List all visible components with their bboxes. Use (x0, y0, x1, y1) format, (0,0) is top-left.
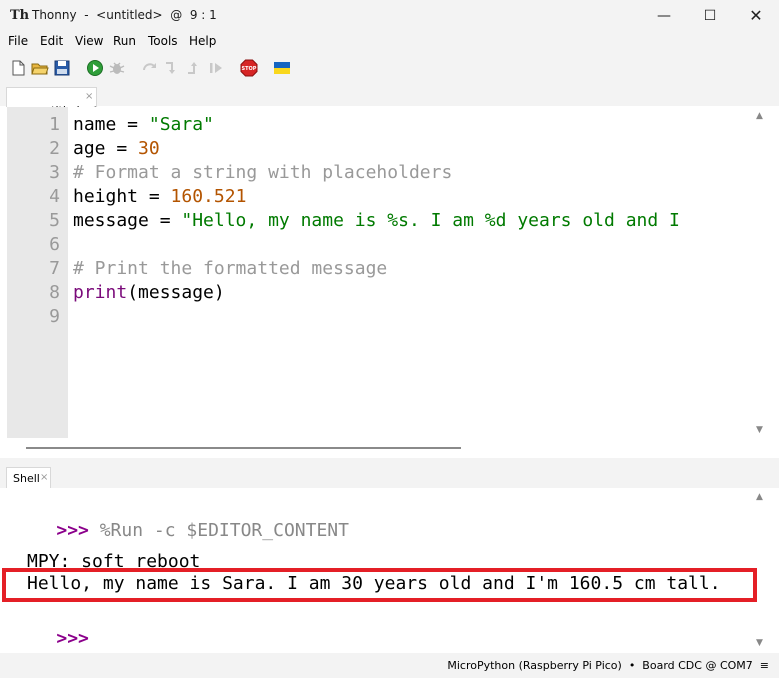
scroll-down-icon[interactable]: ▼ (756, 425, 763, 435)
menu-file[interactable]: File (8, 34, 28, 48)
code-token: age = (73, 138, 139, 159)
menu-help[interactable]: Help (189, 34, 216, 48)
resume-icon[interactable] (207, 59, 225, 77)
scroll-up-icon[interactable]: ▲ (756, 111, 763, 121)
tab-untitled[interactable]: <untitled> * × (6, 87, 98, 117)
shell-tab-bar: Shell × (0, 458, 779, 488)
code-token: "Hello, my name is %s. I am %d years old… (181, 210, 680, 231)
menu-view[interactable]: View (75, 34, 103, 48)
menu-edit[interactable]: Edit (40, 34, 63, 48)
interpreter-status[interactable]: MicroPython (Raspberry Pi Pico) • Board … (447, 659, 769, 672)
code-token: name = (73, 114, 149, 135)
run-icon[interactable] (86, 59, 104, 77)
code-line: message = "Hello, my name is %s. I am %d… (73, 210, 680, 231)
ukraine-flag-icon[interactable] (273, 59, 291, 77)
menu-run[interactable]: Run (113, 34, 136, 48)
editor-vertical-scrollbar[interactable]: ▲ ▼ (754, 107, 768, 438)
minimize-button[interactable]: — (641, 0, 687, 32)
status-bar: MicroPython (Raspberry Pi Pico) • Board … (0, 653, 779, 678)
line-number: 1 (49, 114, 60, 135)
code-line: # Print the formatted message (73, 258, 387, 279)
line-number-gutter: 1 2 3 4 5 6 7 8 9 (7, 107, 68, 438)
code-line: # Format a string with placeholders (73, 162, 452, 183)
shell-scroll-up-icon[interactable]: ▲ (756, 492, 763, 502)
shell-scroll-down-icon[interactable]: ▼ (756, 638, 763, 648)
shell-run-command: %Run -c $EDITOR_CONTENT (88, 520, 349, 541)
line-number: 5 (49, 210, 60, 231)
code-token: # Format a string with placeholders (73, 162, 453, 183)
line-number: 8 (49, 282, 60, 303)
new-file-icon[interactable] (9, 59, 27, 77)
code-token: height = (73, 186, 171, 207)
thonny-logo-icon: Th (10, 8, 30, 23)
debug-icon[interactable] (108, 59, 126, 77)
toolbar: STOP (0, 52, 779, 84)
line-number: 2 (49, 138, 60, 159)
code-token: "Sara" (148, 114, 214, 135)
code-line: height = 160.521 (73, 186, 246, 207)
tab-shell[interactable]: Shell × (6, 467, 51, 488)
step-into-icon[interactable] (163, 59, 181, 77)
close-button[interactable]: ✕ (733, 0, 779, 32)
code-token: (message) (127, 282, 225, 303)
step-out-icon[interactable] (185, 59, 203, 77)
step-over-icon[interactable] (141, 59, 159, 77)
code-line: name = "Sara" (73, 114, 214, 135)
line-number: 7 (49, 258, 60, 279)
horizontal-scroll-thumb[interactable] (26, 447, 461, 449)
code-editor[interactable]: 1 2 3 4 5 6 7 8 9 name = "Sara" age = 30 # Format … (7, 107, 765, 438)
stop-icon[interactable]: STOP (240, 59, 258, 77)
shell-input-line[interactable]: >>> (13, 607, 89, 653)
shell-tab-close-icon[interactable]: × (40, 472, 48, 483)
code-token: message = (73, 210, 182, 231)
save-icon[interactable] (53, 59, 71, 77)
output-highlight-box (2, 568, 757, 602)
stop-icon-label: STOP (242, 66, 257, 72)
shell-prompt: >>> (56, 520, 89, 541)
menu-bar: File Edit View Run Tools Help (0, 32, 779, 52)
code-token: print (73, 282, 128, 303)
code-token: 160.521 (170, 186, 247, 207)
tab-close-icon[interactable]: × (85, 91, 93, 102)
line-number: 6 (49, 234, 60, 255)
code-token: 30 (138, 138, 160, 159)
maximize-button[interactable]: ☐ (687, 0, 733, 32)
title-bar: Th Thonny - <untitled> @ 9 : 1 — ☐ ✕ (0, 0, 779, 32)
line-number: 4 (49, 186, 60, 207)
editor-horizontal-scrollbar[interactable] (7, 438, 765, 458)
line-number: 3 (49, 162, 60, 183)
line-number: 9 (49, 306, 60, 327)
code-line: age = 30 (73, 138, 160, 159)
editor-tab-bar: <untitled> * × (0, 84, 779, 117)
tab-shell-label: Shell (13, 472, 40, 485)
window-title: Thonny - <untitled> @ 9 : 1 (32, 8, 217, 22)
code-line: print(message) (73, 282, 225, 303)
open-folder-icon[interactable] (31, 59, 49, 77)
code-token: # Print the formatted message (73, 258, 388, 279)
shell-prompt: >>> (56, 628, 89, 649)
menu-tools[interactable]: Tools (148, 34, 178, 48)
